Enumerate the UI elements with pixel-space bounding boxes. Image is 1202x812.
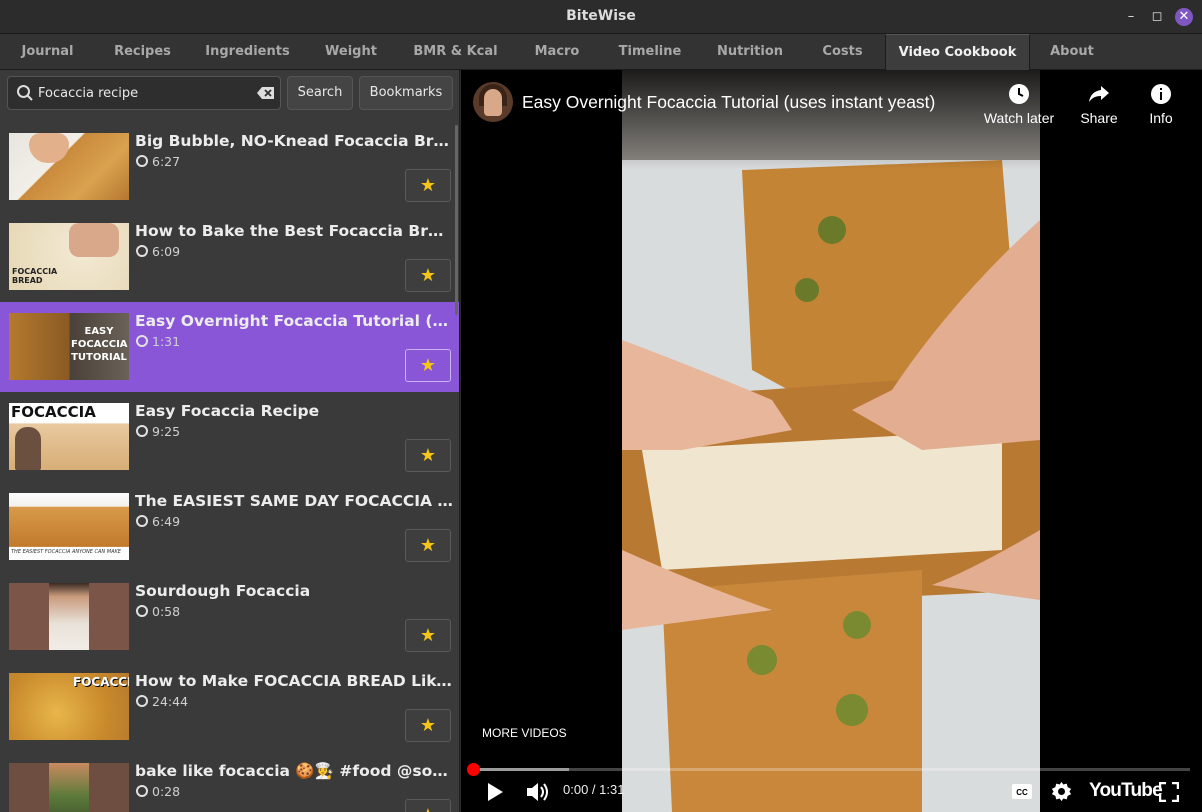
result-duration: 6:09 bbox=[136, 244, 180, 259]
tab-about[interactable]: About bbox=[1030, 34, 1114, 70]
tab-bar: Journal Recipes Ingredients Weight BMR &… bbox=[0, 34, 1202, 70]
bookmark-star-button[interactable]: ★ bbox=[405, 529, 451, 562]
timer-icon bbox=[136, 605, 148, 617]
tab-costs[interactable]: Costs bbox=[800, 34, 885, 70]
result-item[interactable]: Big Bubble, NO-Knead Focaccia Bread | ..… bbox=[0, 122, 459, 212]
video-search-pane: Search Bookmarks Big Bubble, NO-Knead Fo… bbox=[0, 70, 460, 812]
info-icon bbox=[1151, 84, 1171, 104]
bookmark-star-button[interactable]: ★ bbox=[405, 349, 451, 382]
bookmark-star-button[interactable]: ★ bbox=[405, 799, 451, 812]
info-button[interactable]: Info bbox=[1121, 82, 1201, 126]
result-item[interactable]: FOCACCIA Easy Focaccia Recipe 9:25 ★ bbox=[0, 392, 459, 482]
result-title: Easy Focaccia Recipe bbox=[135, 402, 320, 420]
timer-icon bbox=[136, 155, 148, 167]
clock-icon bbox=[1009, 84, 1029, 104]
bookmark-star-button[interactable]: ★ bbox=[405, 619, 451, 652]
result-item[interactable]: bake like focaccia 🍪👩‍🍳 #food @souravj..… bbox=[0, 752, 459, 812]
play-icon[interactable] bbox=[485, 781, 505, 803]
bookmarks-button[interactable]: Bookmarks bbox=[359, 76, 453, 110]
buffered-bar bbox=[472, 768, 569, 771]
close-button[interactable]: ✕ bbox=[1175, 8, 1193, 26]
bookmark-star-button[interactable]: ★ bbox=[405, 169, 451, 202]
volume-icon[interactable] bbox=[525, 780, 551, 804]
video-thumbnail: FOCACCIA bbox=[9, 403, 129, 470]
progress-scrubber[interactable] bbox=[467, 763, 480, 776]
more-videos-link[interactable]: MORE VIDEOS bbox=[482, 726, 567, 740]
search-button[interactable]: Search bbox=[287, 76, 353, 110]
video-title[interactable]: Easy Overnight Focaccia Tutorial (uses i… bbox=[522, 92, 935, 113]
result-item[interactable]: FOCACCIA BREAD How to Bake the Best Foca… bbox=[0, 212, 459, 302]
channel-avatar[interactable] bbox=[473, 82, 513, 122]
search-input[interactable] bbox=[38, 81, 248, 105]
result-item[interactable]: EASY FOCACCIA TUTORIAL Easy Overnight Fo… bbox=[0, 302, 459, 392]
time-display: 0:00 / 1:31 bbox=[563, 782, 625, 797]
timer-icon bbox=[136, 785, 148, 797]
timer-icon bbox=[136, 335, 148, 347]
result-title: bake like focaccia 🍪👩‍🍳 #food @souravj..… bbox=[135, 762, 453, 780]
watch-later-button[interactable]: Watch later bbox=[979, 82, 1059, 126]
result-duration: 1:31 bbox=[136, 334, 180, 349]
bookmark-star-button[interactable]: ★ bbox=[405, 709, 451, 742]
captions-icon[interactable]: CC bbox=[1012, 784, 1032, 799]
share-icon bbox=[1089, 86, 1109, 102]
tab-nutrition[interactable]: Nutrition bbox=[700, 34, 800, 70]
fullscreen-icon[interactable] bbox=[1159, 782, 1179, 802]
video-thumbnail bbox=[9, 583, 129, 650]
timer-icon bbox=[136, 425, 148, 437]
video-player[interactable]: Easy Overnight Focaccia Tutorial (uses i… bbox=[461, 70, 1202, 812]
result-title: The EASIEST SAME DAY FOCACCIA that ... bbox=[135, 492, 453, 510]
video-thumbnail bbox=[9, 763, 129, 812]
result-title: How to Bake the Best Focaccia Bread Yo..… bbox=[135, 222, 453, 240]
result-item[interactable]: THE EASIEST FOCACCIA ANYONE CAN MAKE The… bbox=[0, 482, 459, 572]
result-duration: 6:49 bbox=[136, 514, 180, 529]
video-thumbnail: THE EASIEST FOCACCIA ANYONE CAN MAKE bbox=[9, 493, 129, 560]
video-thumbnail: FOCACCIA BREAD bbox=[9, 223, 129, 290]
result-duration: 24:44 bbox=[136, 694, 188, 709]
clear-search-icon[interactable] bbox=[257, 86, 275, 100]
results-scrollbar[interactable] bbox=[455, 125, 458, 315]
video-thumbnail bbox=[9, 133, 129, 200]
result-item[interactable]: Sourdough Focaccia 0:58 ★ bbox=[0, 572, 459, 662]
video-thumbnail: EASY FOCACCIA TUTORIAL bbox=[9, 313, 129, 380]
tab-recipes[interactable]: Recipes bbox=[95, 34, 190, 70]
bookmark-star-button[interactable]: ★ bbox=[405, 259, 451, 292]
youtube-logo[interactable]: YouTube bbox=[1089, 780, 1163, 802]
search-box bbox=[7, 76, 281, 110]
result-duration: 0:58 bbox=[136, 604, 180, 619]
timer-icon bbox=[136, 515, 148, 527]
tab-video-cookbook[interactable]: Video Cookbook bbox=[885, 34, 1030, 70]
search-icon bbox=[17, 85, 33, 101]
tab-timeline[interactable]: Timeline bbox=[600, 34, 700, 70]
result-duration: 6:27 bbox=[136, 154, 180, 169]
result-title: How to Make FOCACCIA BREAD Like an ... bbox=[135, 672, 453, 690]
bookmark-star-button[interactable]: ★ bbox=[405, 439, 451, 472]
minimize-button[interactable]: – bbox=[1122, 8, 1140, 26]
svg-text:CC: CC bbox=[1016, 788, 1028, 797]
tab-ingredients[interactable]: Ingredients bbox=[190, 34, 305, 70]
video-thumbnail: FOCACCIA bbox=[9, 673, 129, 740]
result-item[interactable]: FOCACCIA How to Make FOCACCIA BREAD Like… bbox=[0, 662, 459, 752]
timer-icon bbox=[136, 695, 148, 707]
progress-bar[interactable] bbox=[467, 763, 1190, 776]
tab-weight[interactable]: Weight bbox=[305, 34, 397, 70]
video-frame bbox=[622, 70, 1040, 812]
timer-icon bbox=[136, 245, 148, 257]
settings-gear-icon[interactable] bbox=[1051, 781, 1072, 802]
tab-journal[interactable]: Journal bbox=[0, 34, 95, 70]
title-bar: BiteWise – ◻ ✕ bbox=[0, 0, 1202, 34]
tab-bmr-kcal[interactable]: BMR & Kcal bbox=[397, 34, 514, 70]
result-duration: 0:28 bbox=[136, 784, 180, 799]
maximize-button[interactable]: ◻ bbox=[1148, 8, 1166, 26]
result-title: Easy Overnight Focaccia Tutorial (uses i… bbox=[135, 312, 453, 330]
result-title: Big Bubble, NO-Knead Focaccia Bread | ..… bbox=[135, 132, 453, 150]
result-title: Sourdough Focaccia bbox=[135, 582, 311, 600]
window-title: BiteWise bbox=[566, 8, 636, 24]
result-duration: 9:25 bbox=[136, 424, 180, 439]
tab-macro[interactable]: Macro bbox=[514, 34, 600, 70]
